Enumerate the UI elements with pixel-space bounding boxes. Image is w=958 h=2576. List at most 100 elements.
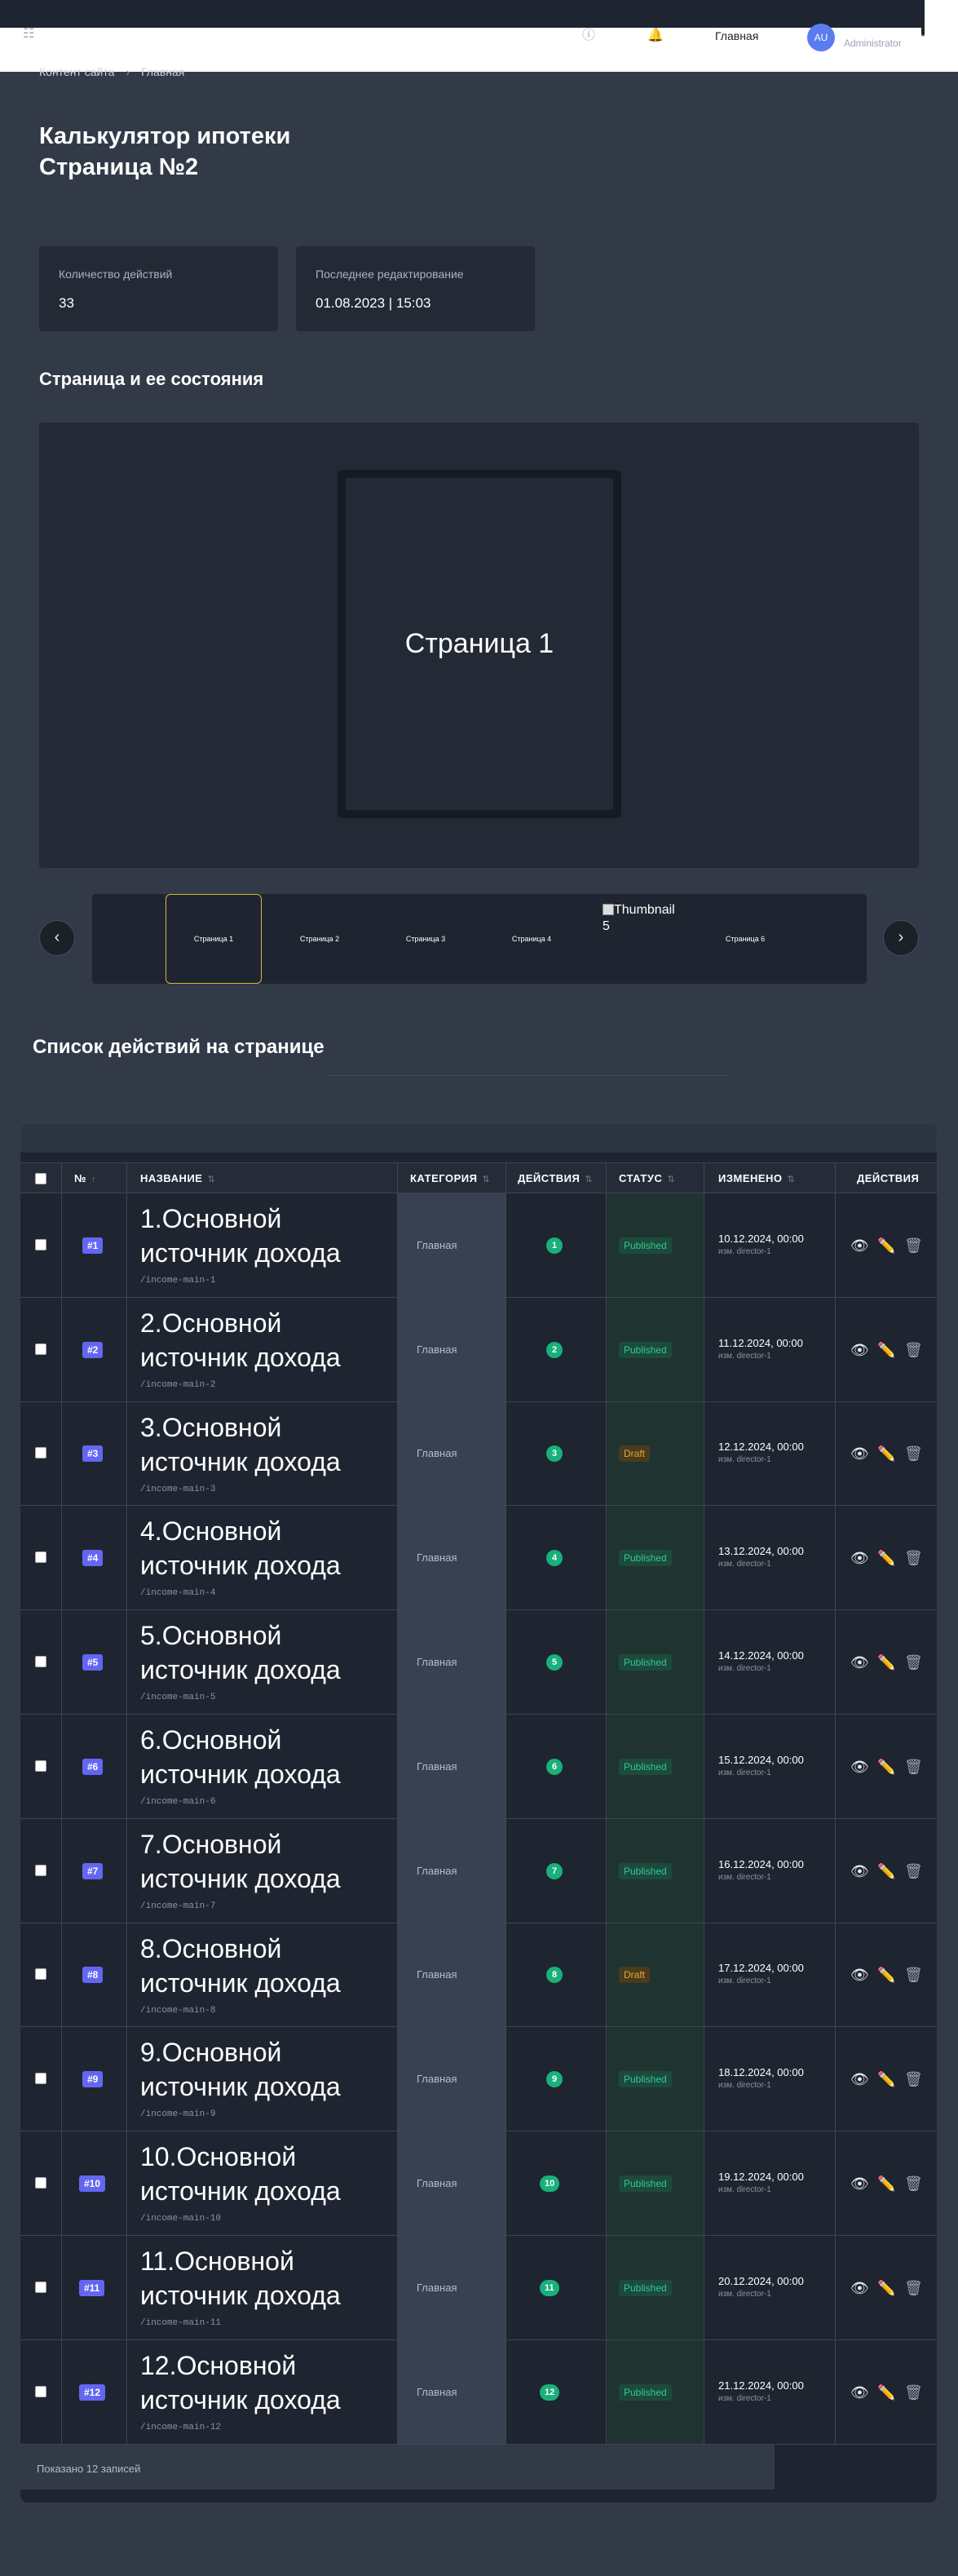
pencil-icon[interactable]: ✏️ — [877, 1759, 895, 1775]
row-checkbox[interactable] — [35, 1864, 46, 1876]
eye-icon[interactable]: 👁 — [850, 1863, 869, 1879]
col-header-changed[interactable]: ИЗМЕНЕНО ⇅ — [718, 1163, 795, 1194]
col-header-name[interactable]: НАЗВАНИЕ ⇅ — [140, 1163, 215, 1194]
trash-icon[interactable]: 🗑 — [904, 1237, 923, 1254]
bell-icon[interactable]: 🔔 — [647, 29, 664, 42]
trash-icon[interactable]: 🗑 — [904, 2384, 923, 2401]
table-row[interactable]: #4 4.Основной источник дохода/income-main… — [20, 1506, 937, 1611]
table-row[interactable]: #1 1.Основной источник дохода/income-main… — [20, 1193, 937, 1298]
table-row[interactable]: #12 12.Основной источник дохода/income-ma… — [20, 2340, 937, 2445]
row-number-badge: #5 — [82, 1654, 104, 1671]
pencil-icon[interactable]: ✏️ — [877, 1237, 895, 1254]
eye-icon[interactable]: 👁 — [850, 1445, 869, 1462]
chevron-down-icon[interactable]: ⌄ — [919, 28, 927, 39]
info-icon[interactable]: ⓘ — [582, 29, 595, 42]
row-name[interactable]: 5.Основной источник дохода — [140, 1618, 385, 1687]
row-name[interactable]: 8.Основной источник дохода — [140, 1932, 385, 2000]
nav-link-home[interactable]: Главная — [715, 29, 758, 42]
eye-icon[interactable]: 👁 — [850, 1237, 869, 1254]
table-row[interactable]: #3 3.Основной источник дохода/income-main… — [20, 1402, 937, 1507]
eye-icon[interactable]: 👁 — [850, 2071, 869, 2087]
trash-icon[interactable]: 🗑 — [904, 1445, 923, 1462]
trash-icon[interactable]: 🗑 — [904, 2280, 923, 2296]
pencil-icon[interactable]: ✏️ — [877, 2175, 895, 2192]
table-row[interactable]: #9 9.Основной источник дохода/income-main… — [20, 2027, 937, 2132]
pencil-icon[interactable]: ✏️ — [877, 2384, 895, 2401]
col-header-num[interactable]: № ↑ — [74, 1163, 96, 1194]
pencil-icon[interactable]: ✏️ — [877, 1342, 895, 1358]
col-header-status-label: СТАТУС — [619, 1172, 663, 1184]
eye-icon[interactable]: 👁 — [850, 1654, 869, 1671]
row-checkbox[interactable] — [35, 1343, 46, 1355]
row-name[interactable]: 11.Основной источник дохода — [140, 2244, 385, 2313]
pencil-icon[interactable]: ✏️ — [877, 2280, 895, 2296]
pencil-icon[interactable]: ✏️ — [877, 1863, 895, 1879]
trash-icon[interactable]: 🗑 — [904, 1654, 923, 1671]
eye-icon[interactable]: 👁 — [850, 2280, 869, 2296]
trash-icon[interactable]: 🗑 — [904, 1863, 923, 1879]
avatar[interactable]: AU — [807, 24, 835, 51]
table-row[interactable]: #7 7.Основной источник дохода/income-main… — [20, 1819, 937, 1923]
select-all-checkbox[interactable] — [35, 1173, 46, 1184]
col-header-category[interactable]: КАТЕГОРИЯ ⇅ — [410, 1163, 490, 1194]
trash-icon[interactable]: 🗑 — [904, 1550, 923, 1566]
section-title-states: Страница и ее состояния — [39, 369, 264, 389]
col-header-actions-count[interactable]: ДЕЙСТВИЯ ⇅ — [518, 1163, 593, 1194]
trash-icon[interactable]: 🗑 — [904, 1967, 923, 1983]
row-name[interactable]: 9.Основной источник дохода — [140, 2035, 385, 2104]
table-row[interactable]: #5 5.Основной источник дохода/income-main… — [20, 1610, 937, 1715]
eye-icon[interactable]: 👁 — [850, 1550, 869, 1566]
row-slug: /income-main-10 — [140, 2214, 222, 2224]
row-name[interactable]: 2.Основной источник дохода — [140, 1306, 385, 1374]
pencil-icon[interactable]: ✏️ — [877, 1654, 895, 1671]
eye-icon[interactable]: 👁 — [850, 1342, 869, 1358]
eye-icon[interactable]: 👁 — [850, 1759, 869, 1775]
trash-icon[interactable]: 🗑 — [904, 2071, 923, 2087]
row-checkbox[interactable] — [35, 1759, 46, 1772]
thumbnail-1[interactable]: Страница 1 — [166, 894, 262, 984]
eye-icon[interactable]: 👁 — [850, 1967, 869, 1983]
row-name[interactable]: 12.Основной источник дохода — [140, 2348, 385, 2417]
row-name[interactable]: 4.Основной источник дохода — [140, 1514, 385, 1582]
row-checkbox[interactable] — [35, 1968, 46, 1981]
col-header-status[interactable]: СТАТУС ⇅ — [619, 1163, 675, 1194]
thumbnail-4[interactable]: Страница 4 — [483, 894, 580, 984]
pencil-icon[interactable]: ✏️ — [877, 1967, 895, 1983]
row-name[interactable]: 10.Основной источник дохода — [140, 2140, 385, 2208]
thumbnail-2[interactable]: Страница 2 — [272, 894, 368, 984]
row-checkbox[interactable] — [35, 1447, 46, 1459]
table-row[interactable]: #2 2.Основной источник дохода/income-main… — [20, 1298, 937, 1402]
table-row[interactable]: #10 10.Основной источник дохода/income-ma… — [20, 2131, 937, 2236]
row-name[interactable]: 3.Основной источник дохода — [140, 1410, 385, 1479]
row-checkbox[interactable] — [35, 2385, 46, 2397]
row-name[interactable]: 6.Основной источник дохода — [140, 1723, 385, 1791]
thumbnail-3[interactable]: Страница 3 — [377, 894, 474, 984]
row-checkbox[interactable] — [35, 2177, 46, 2189]
thumbnail-5-broken[interactable]: Thumbnail 5 — [603, 902, 675, 935]
breadcrumb-item-home[interactable]: Главная — [141, 65, 184, 78]
app-menu-icon[interactable]: ☷ — [23, 28, 34, 41]
table-row[interactable]: #11 11.Основной источник дохода/income-ma… — [20, 2236, 937, 2340]
row-checkbox[interactable] — [35, 1551, 46, 1564]
col-header-num-label: № — [74, 1172, 86, 1184]
eye-icon[interactable]: 👁 — [850, 2175, 869, 2192]
eye-icon[interactable]: 👁 — [850, 2384, 869, 2401]
pencil-icon[interactable]: ✏️ — [877, 2071, 895, 2087]
next-button[interactable]: › — [883, 920, 919, 956]
row-checkbox[interactable] — [35, 2073, 46, 2085]
row-checkbox[interactable] — [35, 1238, 46, 1250]
row-name[interactable]: 1.Основной источник дохода — [140, 1202, 385, 1270]
trash-icon[interactable]: 🗑 — [904, 1759, 923, 1775]
row-checkbox[interactable] — [35, 2281, 46, 2293]
table-row[interactable]: #6 6.Основной источник дохода/income-main… — [20, 1715, 937, 1819]
prev-button[interactable]: ‹ — [39, 920, 75, 956]
table-row[interactable]: #8 8.Основной источник дохода/income-main… — [20, 1923, 937, 2028]
row-checkbox[interactable] — [35, 1656, 46, 1668]
pencil-icon[interactable]: ✏️ — [877, 1550, 895, 1566]
breadcrumb-item-content[interactable]: Контент сайта — [39, 65, 114, 78]
trash-icon[interactable]: 🗑 — [904, 2175, 923, 2192]
pencil-icon[interactable]: ✏️ — [877, 1445, 895, 1462]
row-name[interactable]: 7.Основной источник дохода — [140, 1827, 385, 1896]
trash-icon[interactable]: 🗑 — [904, 1342, 923, 1358]
thumbnail-6[interactable]: Страница 6 — [697, 894, 793, 984]
